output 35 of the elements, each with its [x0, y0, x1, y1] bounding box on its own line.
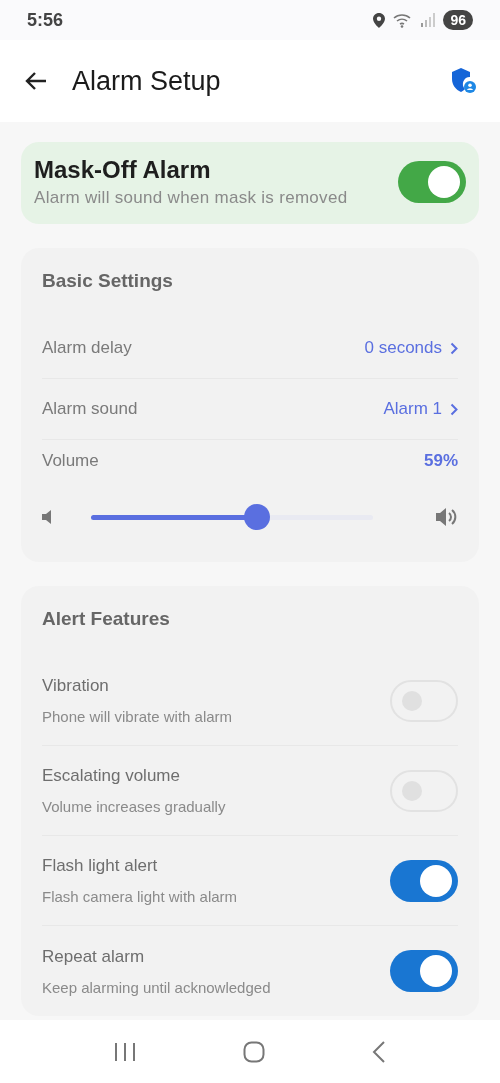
home-button[interactable] [243, 1040, 265, 1063]
section-title: Alert Features [42, 608, 171, 630]
feature-label: Repeat alarm [42, 946, 146, 967]
volume-label: Volume [42, 451, 99, 471]
status-time: 5:56 [27, 9, 64, 31]
volume-slider-thumb[interactable] [244, 503, 271, 530]
feature-label: Flash light alert [42, 856, 159, 876]
section-title: Basic Settings [42, 270, 174, 292]
setting-label: Alarm sound [42, 399, 138, 419]
setting-value-link[interactable]: 0 seconds [364, 338, 458, 358]
feature-toggle[interactable] [390, 859, 458, 902]
screen-title: Alarm Setup [72, 65, 222, 97]
master-alarm-toggle[interactable] [398, 161, 466, 203]
location-icon [373, 12, 386, 28]
battery-level: 96 [443, 10, 473, 30]
recent-apps-button[interactable] [113, 1041, 136, 1062]
feature-description: Volume increases gradually [42, 798, 227, 815]
back-button[interactable] [24, 71, 48, 91]
volume-reading: 59% [423, 451, 458, 471]
master-alarm-title: Mask-Off Alarm [34, 156, 212, 184]
setting-value-link[interactable]: Alarm 1 [383, 399, 458, 419]
feature-label: Escalating volume [42, 766, 181, 786]
feature-description: Keep alarming until acknowledged [42, 978, 272, 996]
shield-icon[interactable] [450, 67, 476, 95]
chevron-right-icon [450, 341, 458, 355]
feature-toggle[interactable] [390, 950, 458, 992]
setting-label: Alarm delay [42, 338, 132, 358]
feature-description: Flash camera light with alarm [42, 888, 239, 905]
feature-description: Phone will vibrate with alarm [42, 708, 234, 725]
feature-label: Vibration [42, 676, 110, 696]
master-alarm-subtitle: Alarm will sound when mask is removed [34, 188, 349, 208]
signal-icon [421, 13, 436, 27]
chevron-right-icon [450, 402, 458, 416]
volume-high-icon [436, 508, 458, 526]
back-nav-button[interactable] [372, 1040, 387, 1063]
